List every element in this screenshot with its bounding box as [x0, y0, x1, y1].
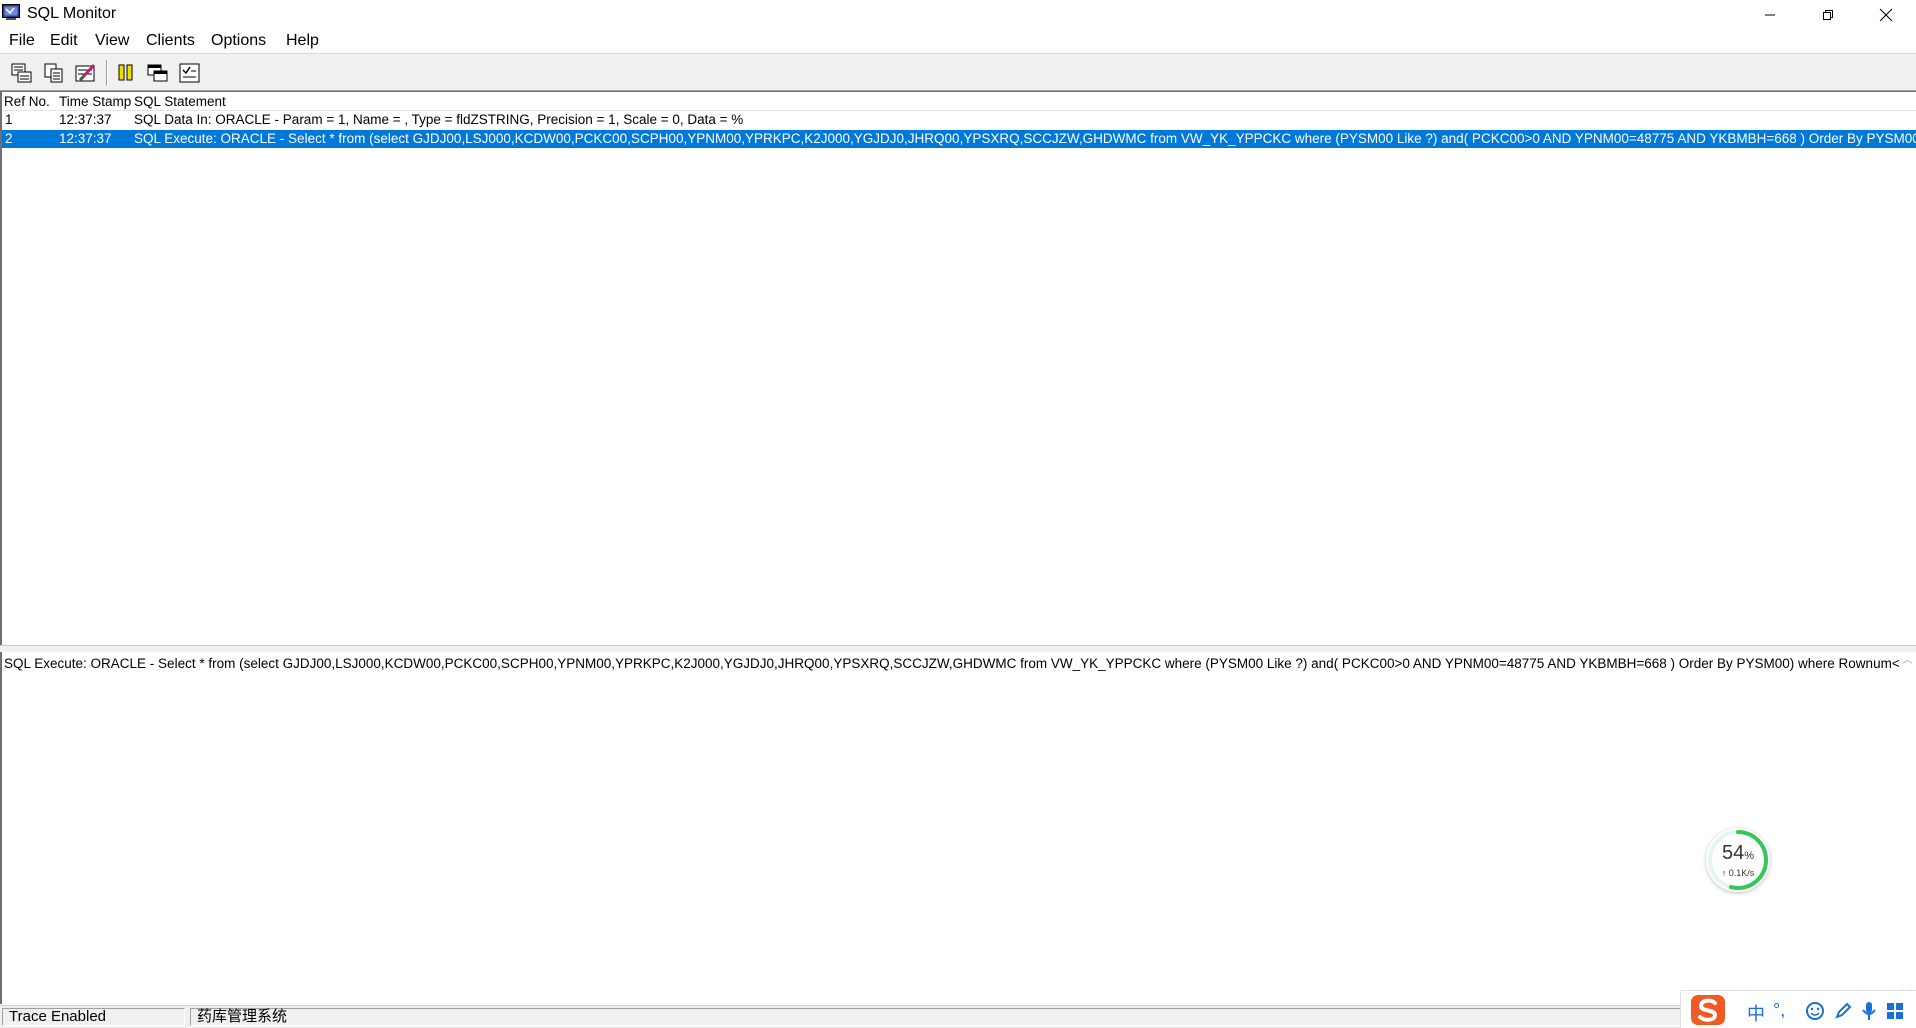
ime-punctuation[interactable]: °,	[1773, 1000, 1785, 1021]
ime-mode[interactable]: 中	[1747, 1000, 1765, 1026]
menu-help[interactable]: Help	[286, 32, 319, 50]
menu-view[interactable]: View	[95, 32, 129, 50]
list-header: Ref No. Time Stamp SQL Statement	[2, 92, 1916, 111]
clear-icon	[75, 63, 96, 82]
app-icon	[2, 4, 20, 20]
window-title: SQL Monitor	[27, 5, 117, 22]
close-icon	[1879, 8, 1893, 22]
restore-icon	[1823, 10, 1833, 20]
row-sql: SQL Data In: ORACLE - Param = 1, Name = …	[134, 112, 744, 127]
toolbar-separator	[106, 60, 108, 86]
menu-options[interactable]: Options	[211, 32, 266, 50]
save-log-button[interactable]	[10, 62, 34, 84]
clear-button[interactable]	[74, 62, 98, 84]
copy-button[interactable]	[42, 62, 66, 84]
title-bar: SQL Monitor	[0, 0, 1916, 30]
row-sql: SQL Execute: ORACLE - Select * from (sel…	[134, 131, 1916, 146]
restore-button[interactable]	[1799, 0, 1857, 30]
sql-detail-text: SQL Execute: ORACLE - Select * from (sel…	[4, 656, 1916, 671]
save-log-icon	[11, 63, 32, 83]
sql-detail-pane[interactable]: SQL Execute: ORACLE - Select * from (sel…	[0, 652, 1916, 1004]
close-button[interactable]	[1857, 0, 1915, 30]
window-icon	[147, 64, 168, 82]
detail-scrollbar[interactable]: ︿ ﹀	[1899, 652, 1916, 1004]
row-time: 12:37:37	[59, 131, 112, 146]
emoji-icon[interactable]	[1805, 1001, 1825, 1021]
column-header-time[interactable]: Time Stamp	[59, 94, 131, 109]
status-trace: Trace Enabled	[2, 1008, 185, 1026]
microphone-icon[interactable]	[1859, 1000, 1879, 1022]
pen-icon[interactable]	[1833, 1001, 1853, 1021]
network-monitor-widget[interactable]: 54% ↑ 0.1K/s	[1706, 828, 1770, 892]
row-ref: 1	[5, 112, 13, 127]
column-header-sql[interactable]: SQL Statement	[134, 94, 226, 109]
status-bar: Trace Enabled 药库管理系统	[0, 1005, 1916, 1028]
list-row[interactable]: 1 12:37:37 SQL Data In: ORACLE - Param =…	[2, 111, 1916, 129]
pause-icon	[118, 64, 133, 81]
sql-log-list[interactable]: Ref No. Time Stamp SQL Statement 1 12:37…	[0, 91, 1916, 645]
network-speed: ↑ 0.1K/s	[1721, 868, 1755, 878]
menu-file[interactable]: File	[9, 32, 35, 50]
row-ref: 2	[5, 131, 13, 146]
menu-edit[interactable]: Edit	[50, 32, 78, 50]
column-header-ref[interactable]: Ref No.	[4, 94, 50, 109]
menu-bar: File Edit View Clients Options Help	[0, 30, 1916, 54]
ime-toolbar: 中 °,	[1680, 990, 1916, 1028]
minimize-icon	[1765, 14, 1775, 16]
scroll-up-icon[interactable]: ︿	[1899, 652, 1916, 669]
toolbox-icon[interactable]	[1885, 1001, 1905, 1021]
options-button[interactable]	[178, 62, 202, 84]
menu-clients[interactable]: Clients	[146, 32, 195, 50]
copy-icon	[44, 63, 63, 83]
minimize-button[interactable]	[1741, 0, 1799, 30]
row-time: 12:37:37	[59, 112, 112, 127]
sogou-logo-icon[interactable]	[1689, 993, 1727, 1027]
list-row-selected[interactable]: 2 12:37:37 SQL Execute: ORACLE - Select …	[2, 130, 1916, 148]
network-percent: 54%	[1721, 842, 1755, 864]
checklist-icon	[179, 63, 200, 83]
status-client: 药库管理系统	[190, 1008, 1890, 1026]
toolbar	[0, 54, 1916, 91]
pause-button[interactable]	[114, 62, 138, 84]
window-button[interactable]	[146, 62, 170, 84]
